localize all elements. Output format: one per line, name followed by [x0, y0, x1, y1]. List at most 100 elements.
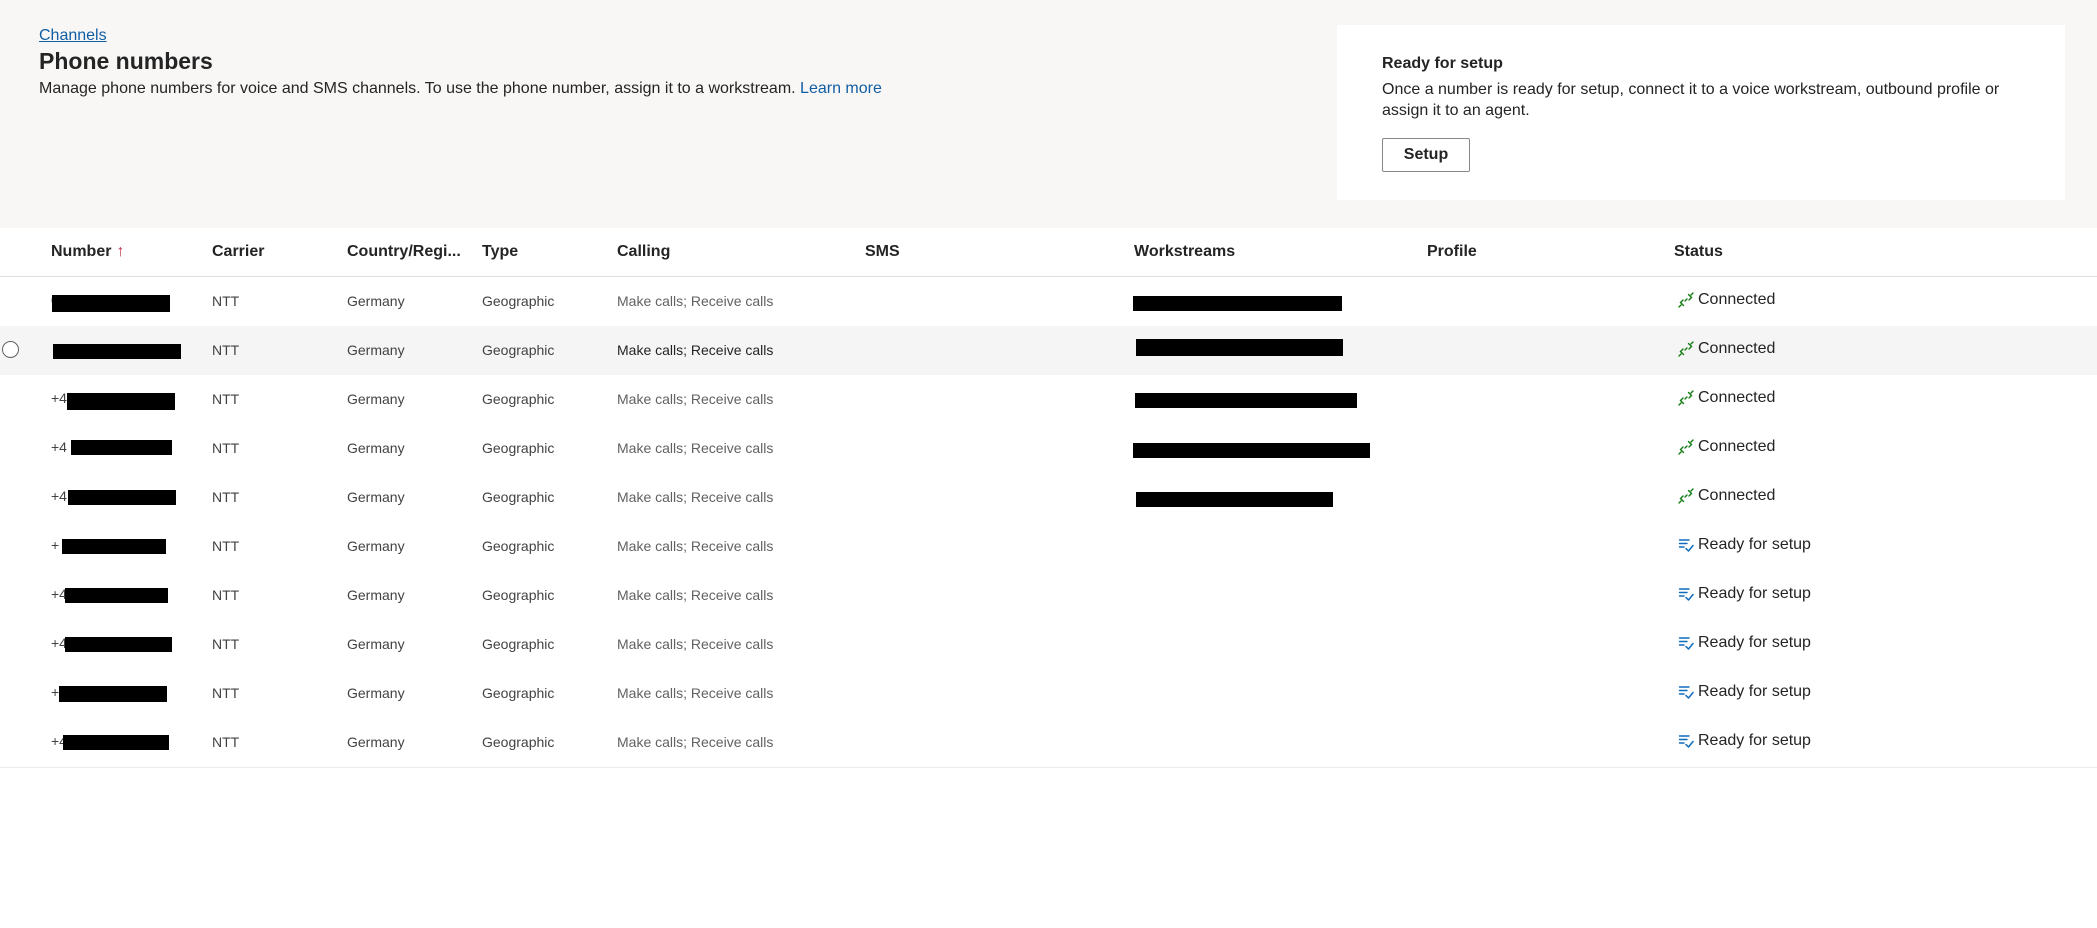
column-header-profile[interactable]: Profile: [1427, 243, 1477, 261]
country-cell: Germany: [347, 489, 405, 505]
link-connected-icon: [1678, 488, 1694, 504]
status-label: Ready for setup: [1698, 585, 1811, 602]
table-row[interactable]: + 5 NTT Germany Geographic Make calls; R…: [0, 522, 2097, 572]
setup-button[interactable]: Setup: [1382, 138, 1470, 172]
status-label: Connected: [1698, 291, 1776, 308]
column-header-number-label: Number: [51, 243, 112, 260]
status-cell: Ready for setup: [1678, 683, 1811, 701]
calling-cell: Make calls; Receive calls: [617, 440, 774, 456]
table-row[interactable]: +4 NTT Germany Geographic Make calls; Re…: [0, 424, 2097, 474]
carrier-cell: NTT: [212, 538, 240, 554]
status-cell: Ready for setup: [1678, 585, 1811, 603]
type-cell: Geographic: [482, 734, 555, 750]
status-label: Connected: [1698, 389, 1776, 406]
type-cell: Geographic: [482, 391, 555, 407]
table-row[interactable]: 0 NTT Germany Geographic Make calls; Rec…: [0, 277, 2097, 327]
country-cell: Germany: [347, 734, 405, 750]
column-header-sms[interactable]: SMS: [865, 243, 900, 261]
table-row[interactable]: +4 NTT Germany Geographic Make calls; Re…: [0, 375, 2097, 425]
learn-more-link[interactable]: Learn more: [800, 80, 882, 97]
status-label: Connected: [1698, 487, 1776, 504]
redacted-workstream: [1133, 443, 1370, 458]
table-row[interactable]: +4 9 NTT Germany Geographic Make calls; …: [0, 718, 2097, 768]
status-label: Ready for setup: [1698, 634, 1811, 651]
redacted-number: [53, 344, 181, 359]
link-connected-icon: [1678, 439, 1694, 455]
column-header-type[interactable]: Type: [482, 243, 518, 261]
carrier-cell: NTT: [212, 293, 240, 309]
table-row[interactable]: +4 6 NTT Germany Geographic Make calls; …: [0, 571, 2097, 621]
type-cell: Geographic: [482, 293, 555, 309]
country-cell: Germany: [347, 538, 405, 554]
row-select-radio[interactable]: [2, 341, 19, 358]
calling-cell: Make calls; Receive calls: [617, 587, 774, 603]
country-cell: Germany: [347, 587, 405, 603]
status-label: Ready for setup: [1698, 732, 1811, 749]
table-row[interactable]: + 8 NTT Germany Geographic Make calls; R…: [0, 669, 2097, 719]
ready-for-setup-card: Ready for setup Once a number is ready f…: [1337, 25, 2065, 200]
type-cell: Geographic: [482, 587, 555, 603]
carrier-cell: NTT: [212, 734, 240, 750]
setup-list-icon: [1678, 537, 1694, 553]
calling-cell: Make calls; Receive calls: [617, 293, 774, 309]
setup-list-icon: [1678, 586, 1694, 602]
status-cell: Ready for setup: [1678, 634, 1811, 652]
redacted-workstream: [1135, 393, 1357, 408]
status-cell: Connected: [1678, 487, 1775, 505]
calling-cell: Make calls; Receive calls: [617, 685, 774, 701]
column-header-status[interactable]: Status: [1674, 243, 1723, 261]
status-label: Ready for setup: [1698, 536, 1811, 553]
calling-cell: Make calls; Receive calls: [617, 391, 774, 407]
table-row[interactable]: +4 NTT Germany Geographic Make calls; Re…: [0, 473, 2097, 523]
status-cell: Connected: [1678, 438, 1775, 456]
calling-cell: Make calls; Receive calls: [617, 734, 774, 750]
setup-card-title: Ready for setup: [1382, 55, 1503, 72]
setup-list-icon: [1678, 733, 1694, 749]
column-header-carrier[interactable]: Carrier: [212, 243, 264, 261]
redacted-number: [68, 490, 176, 505]
status-cell: Ready for setup: [1678, 732, 1811, 750]
carrier-cell: NTT: [212, 391, 240, 407]
redacted-number: [62, 539, 166, 554]
link-connected-icon: [1678, 292, 1694, 308]
status-cell: Connected: [1678, 389, 1775, 407]
type-cell: Geographic: [482, 342, 555, 358]
column-header-number[interactable]: Number ↑: [51, 243, 124, 261]
status-cell: Connected: [1678, 291, 1775, 309]
redacted-number: [65, 637, 172, 652]
breadcrumb-channels[interactable]: Channels: [39, 27, 107, 45]
column-header-workstreams[interactable]: Workstreams: [1134, 243, 1235, 261]
country-cell: Germany: [347, 342, 405, 358]
number-cell: +4: [51, 488, 67, 504]
country-cell: Germany: [347, 293, 405, 309]
country-cell: Germany: [347, 391, 405, 407]
country-cell: Germany: [347, 440, 405, 456]
page-description: Manage phone numbers for voice and SMS c…: [39, 80, 882, 98]
table-row[interactable]: +4 NTT Germany Geographic Make calls; Re…: [0, 620, 2097, 670]
status-cell: Connected: [1678, 340, 1775, 358]
status-cell: Ready for setup: [1678, 536, 1811, 554]
type-cell: Geographic: [482, 440, 555, 456]
carrier-cell: NTT: [212, 489, 240, 505]
carrier-cell: NTT: [212, 342, 240, 358]
redacted-workstream: [1136, 492, 1333, 507]
redacted-number: [71, 440, 172, 455]
redacted-workstream: [1136, 339, 1343, 356]
carrier-cell: NTT: [212, 587, 240, 603]
redacted-number: [52, 295, 170, 312]
status-label: Connected: [1698, 438, 1776, 455]
type-cell: Geographic: [482, 636, 555, 652]
calling-cell: Make calls; Receive calls: [617, 636, 774, 652]
number-cell: +4: [51, 439, 67, 455]
sort-ascending-icon: ↑: [116, 243, 125, 260]
redacted-workstream: [1133, 296, 1342, 311]
table-row[interactable]: NTT Germany Geographic Make calls; Recei…: [0, 326, 2097, 376]
column-header-country[interactable]: Country/Regi...: [347, 243, 461, 261]
type-cell: Geographic: [482, 685, 555, 701]
redacted-number: [65, 588, 168, 603]
column-header-calling[interactable]: Calling: [617, 243, 670, 261]
setup-list-icon: [1678, 684, 1694, 700]
type-cell: Geographic: [482, 489, 555, 505]
setup-card-description: Once a number is ready for setup, connec…: [1382, 81, 2000, 119]
header-area: Channels Phone numbers Manage phone numb…: [0, 0, 2097, 228]
